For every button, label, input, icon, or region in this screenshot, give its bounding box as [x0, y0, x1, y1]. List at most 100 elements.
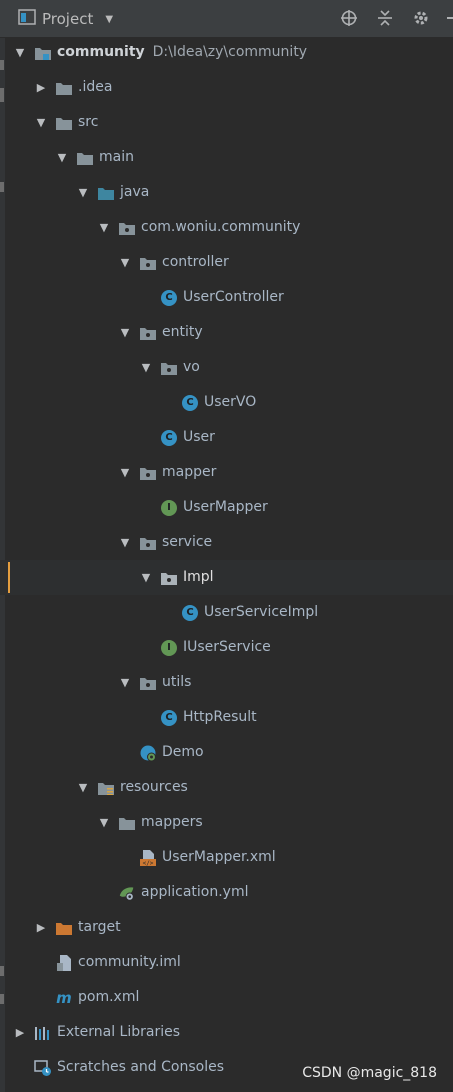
package-icon: [139, 315, 157, 350]
tree-row-demo[interactable]: Demo: [0, 735, 453, 770]
tree-row-external-libraries[interactable]: ▶ External Libraries: [0, 1015, 453, 1050]
package-icon: [160, 560, 178, 595]
tree-row-package[interactable]: ▼ com.woniu.community: [0, 210, 453, 245]
module-label: community D:\Idea\zy\community: [57, 35, 307, 70]
tree-row-community[interactable]: ▼ community D:\Idea\zy\community: [0, 35, 453, 70]
tree-row-src[interactable]: ▼ src: [0, 105, 453, 140]
folder-label: resources: [120, 779, 188, 795]
tree-row-iuser-service[interactable]: I IUserService: [0, 630, 453, 665]
chevron-right-icon[interactable]: ▶: [34, 910, 48, 945]
tree-row-utils[interactable]: ▼ utils: [0, 665, 453, 700]
resources-folder-icon: [97, 770, 115, 805]
tree-row-user-mapper-xml[interactable]: </> UserMapper.xml: [0, 840, 453, 875]
file-label: IUserService: [183, 639, 271, 655]
file-label: application.yml: [141, 884, 249, 900]
project-tree: ▼ community D:\Idea\zy\community ▶ .idea …: [0, 35, 453, 1085]
tree-row-user[interactable]: C User: [0, 420, 453, 455]
tree-row-resources[interactable]: ▼ resources: [0, 770, 453, 805]
chevron-down-icon[interactable]: ▼: [34, 105, 48, 140]
package-icon: [139, 525, 157, 560]
chevron-down-icon[interactable]: ▼: [139, 350, 153, 385]
package-label: utils: [162, 674, 192, 690]
folder-label: java: [120, 184, 150, 200]
file-label: UserController: [183, 289, 284, 305]
class-icon: C: [160, 280, 178, 315]
tree-row-controller[interactable]: ▼ controller: [0, 245, 453, 280]
chevron-down-icon[interactable]: ▼: [55, 140, 69, 175]
chevron-down-icon[interactable]: ▼: [118, 665, 132, 700]
tree-row-service[interactable]: ▼ service: [0, 525, 453, 560]
item-label: Scratches and Consoles: [57, 1059, 224, 1075]
file-label: User: [183, 429, 215, 445]
watermark: CSDN @magic_818: [302, 1065, 437, 1081]
chevron-down-icon[interactable]: ▼: [118, 245, 132, 280]
collapse-all-icon[interactable]: [375, 8, 395, 28]
package-label: service: [162, 534, 213, 550]
maven-icon: m: [56, 988, 72, 1007]
chevron-down-icon[interactable]: ▼: [105, 14, 113, 25]
item-label: External Libraries: [57, 1024, 180, 1040]
chevron-down-icon[interactable]: ▼: [97, 210, 111, 245]
chevron-down-icon[interactable]: ▼: [76, 175, 90, 210]
tree-row-mappers[interactable]: ▼ mappers: [0, 805, 453, 840]
spring-boot-class-icon: [139, 735, 157, 770]
locate-target-icon[interactable]: [339, 8, 359, 28]
class-icon: C: [181, 385, 199, 420]
tree-row-user-controller[interactable]: C UserController: [0, 280, 453, 315]
tree-row-user-mapper[interactable]: I UserMapper: [0, 490, 453, 525]
file-label: UserMapper: [183, 499, 268, 515]
libraries-icon: [34, 1015, 52, 1050]
folder-icon: [118, 805, 136, 840]
spring-config-icon: [118, 875, 136, 910]
chevron-down-icon[interactable]: ▼: [118, 455, 132, 490]
tree-row-idea[interactable]: ▶ .idea: [0, 70, 453, 105]
chevron-down-icon[interactable]: ▼: [97, 805, 111, 840]
tree-row-user-service-impl[interactable]: C UserServiceImpl: [0, 595, 453, 630]
tree-row-http-result[interactable]: C HttpResult: [0, 700, 453, 735]
tree-row-main[interactable]: ▼ main: [0, 140, 453, 175]
chevron-down-icon[interactable]: ▼: [13, 35, 27, 70]
chevron-down-icon[interactable]: ▼: [76, 770, 90, 805]
chevron-down-icon[interactable]: ▼: [118, 315, 132, 350]
tree-row-target[interactable]: ▶ target: [0, 910, 453, 945]
project-title: Project: [42, 10, 94, 28]
package-icon: [160, 350, 178, 385]
tree-row-impl[interactable]: ▼ Impl: [0, 560, 453, 595]
project-tool-window-header: Project ▼: [0, 0, 453, 38]
module-name: community: [57, 44, 145, 60]
package-icon: [139, 455, 157, 490]
gear-icon[interactable]: [411, 8, 431, 28]
excluded-folder-icon: [55, 910, 73, 945]
tree-row-user-vo[interactable]: C UserVO: [0, 385, 453, 420]
tree-row-mapper[interactable]: ▼ mapper: [0, 455, 453, 490]
tree-row-vo[interactable]: ▼ vo: [0, 350, 453, 385]
project-window-icon: [18, 9, 36, 29]
hide-minus-icon[interactable]: [447, 8, 453, 28]
package-label: Impl: [183, 569, 214, 585]
file-label: HttpResult: [183, 709, 257, 725]
folder-icon: [55, 70, 73, 105]
folder-label: src: [78, 114, 99, 130]
project-view-selector[interactable]: Project ▼: [18, 9, 113, 29]
chevron-down-icon[interactable]: ▼: [139, 560, 153, 595]
package-label: com.woniu.community: [141, 219, 301, 235]
folder-label: target: [78, 919, 121, 935]
tree-row-java[interactable]: ▼ java: [0, 175, 453, 210]
tree-row-pom-xml[interactable]: m pom.xml: [0, 980, 453, 1015]
module-path: D:\Idea\zy\community: [152, 44, 308, 60]
source-folder-icon: [97, 175, 115, 210]
chevron-right-icon[interactable]: ▶: [13, 1015, 27, 1050]
tree-row-community-iml[interactable]: community.iml: [0, 945, 453, 980]
scratches-icon: [34, 1050, 52, 1085]
package-label: vo: [183, 359, 200, 375]
folder-label: main: [99, 149, 134, 165]
tree-row-entity[interactable]: ▼ entity: [0, 315, 453, 350]
file-label: UserServiceImpl: [204, 604, 319, 620]
chevron-down-icon[interactable]: ▼: [118, 525, 132, 560]
chevron-right-icon[interactable]: ▶: [34, 70, 48, 105]
interface-icon: I: [160, 630, 178, 665]
tree-row-application-yml[interactable]: application.yml: [0, 875, 453, 910]
package-label: mapper: [162, 464, 217, 480]
file-label: pom.xml: [78, 989, 140, 1005]
interface-icon: I: [160, 490, 178, 525]
